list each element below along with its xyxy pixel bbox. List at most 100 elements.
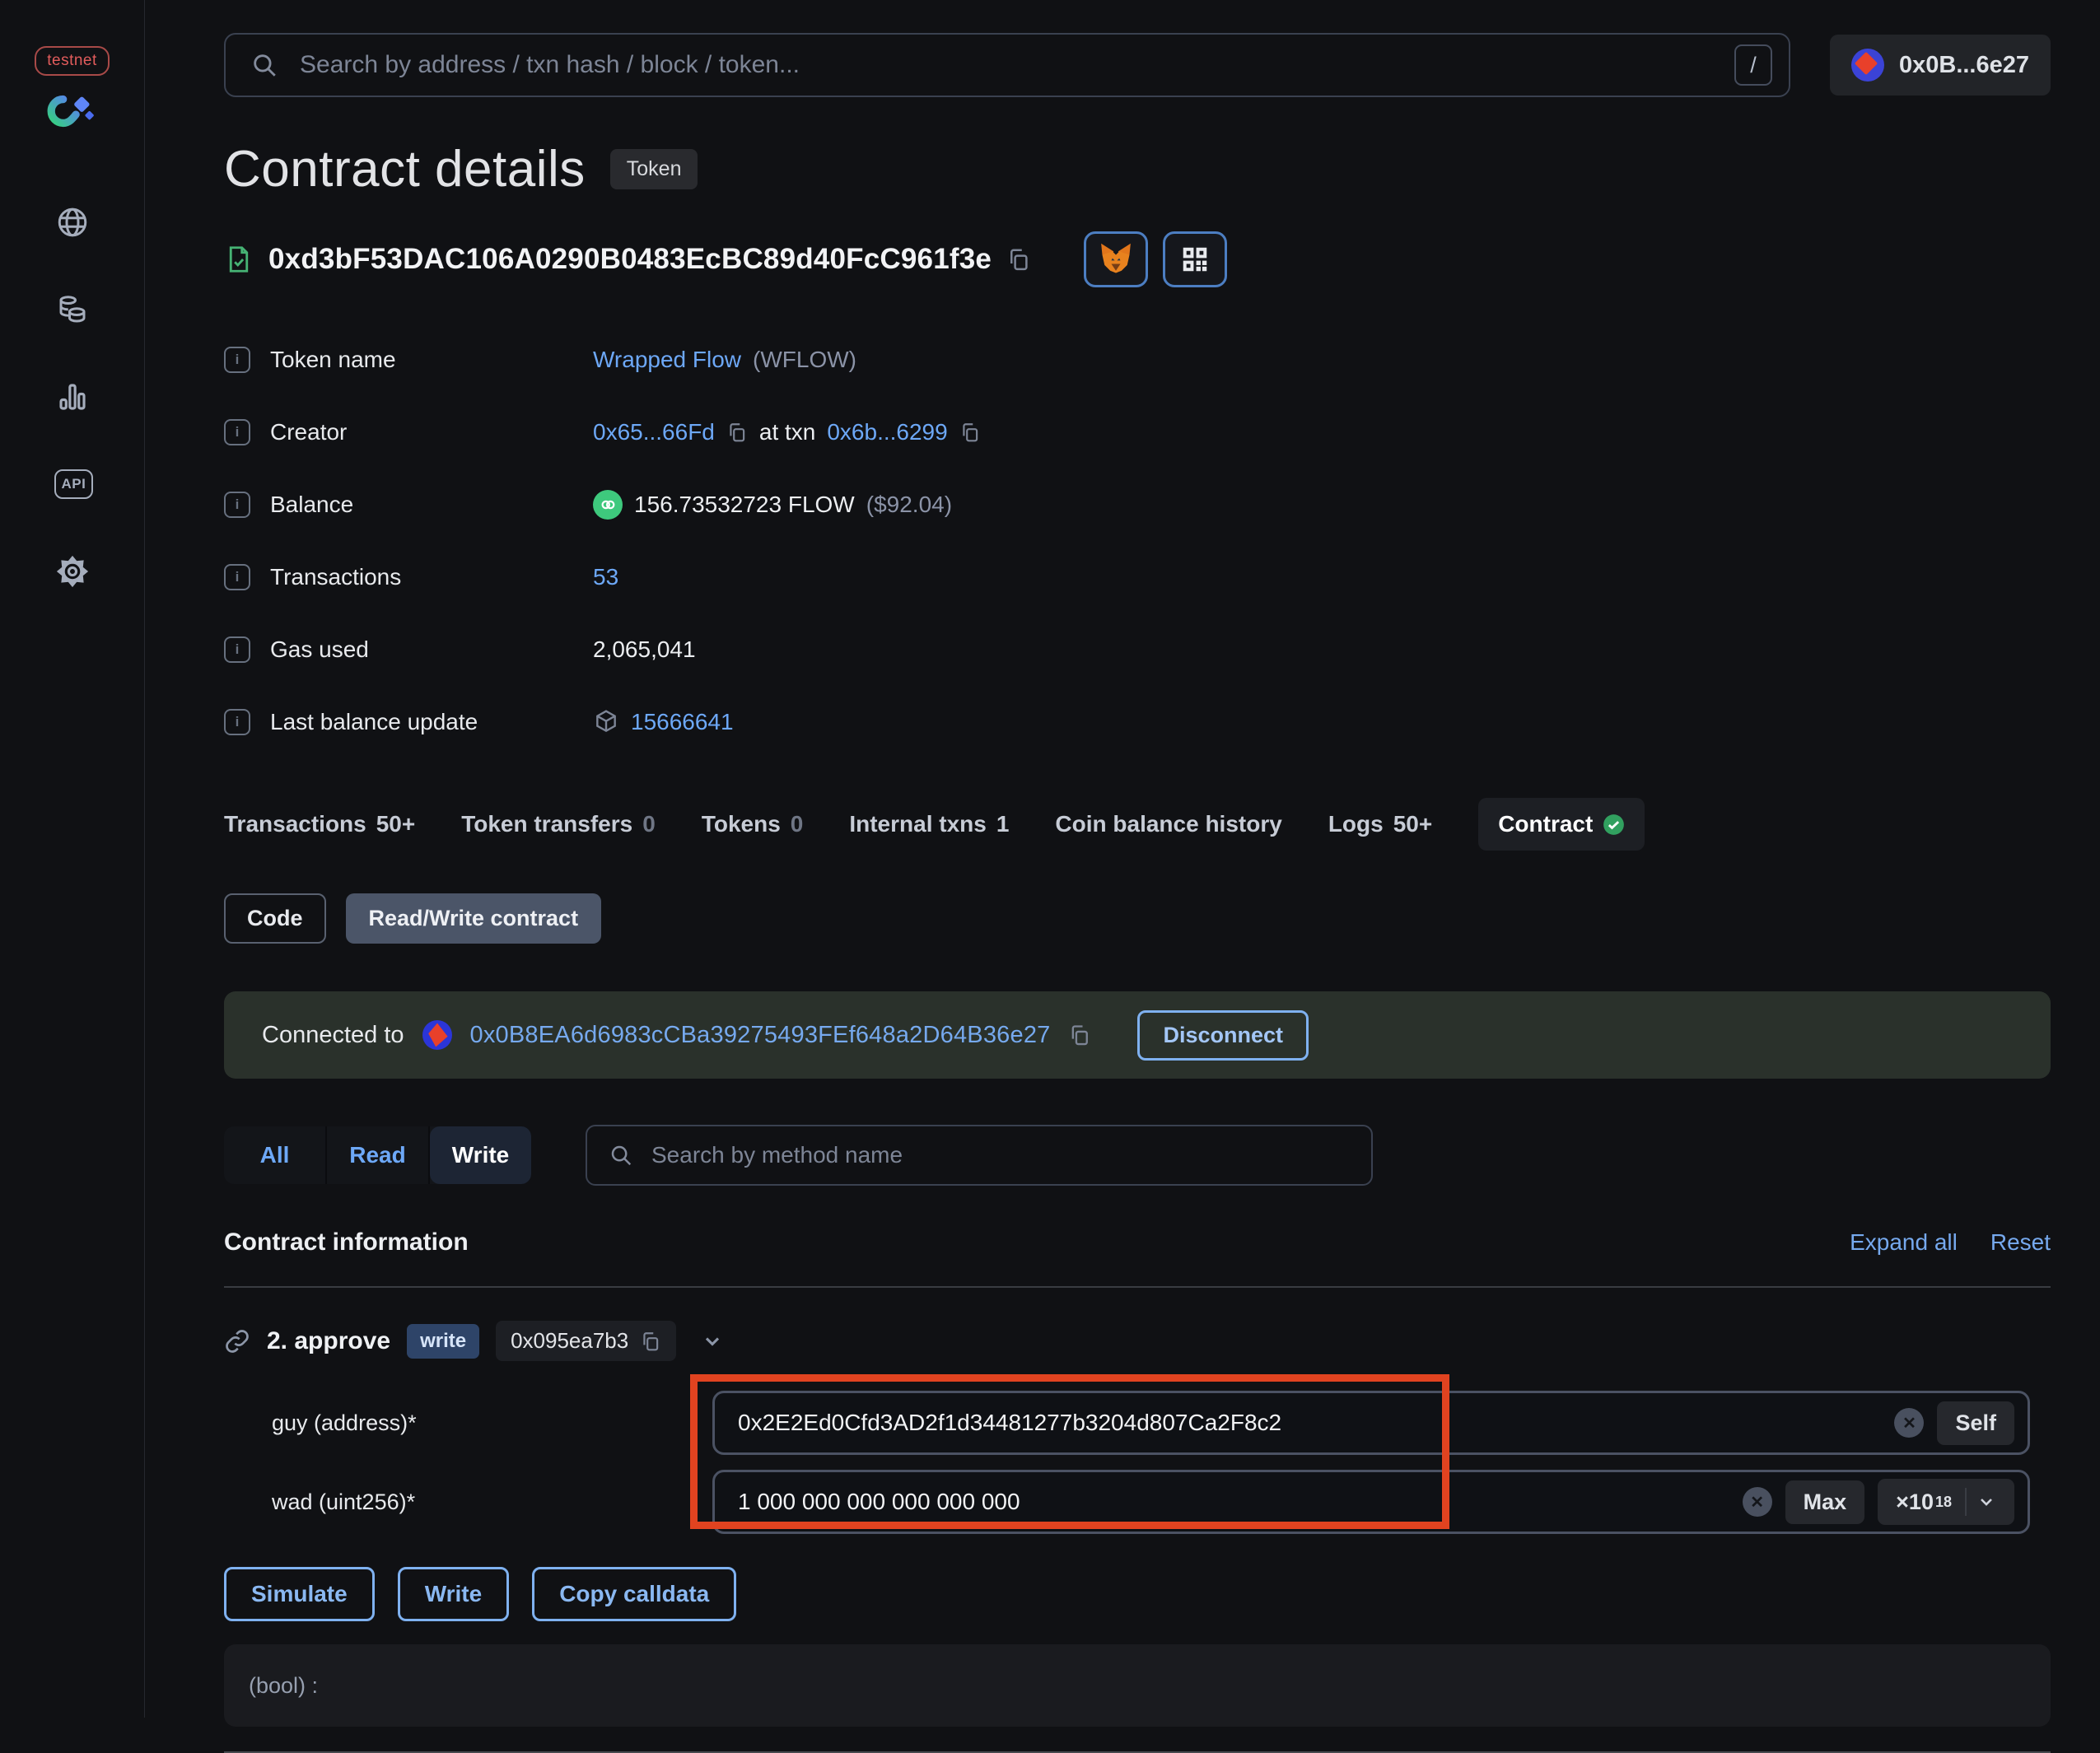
main-content: / 0x0B...6e27 Contract details Token 0xd… — [144, 0, 2100, 1753]
info-icon: i — [224, 709, 250, 735]
expand-all-link[interactable]: Expand all — [1850, 1229, 1958, 1256]
divider — [1965, 1488, 1967, 1516]
tab-count: 1 — [996, 811, 1010, 837]
method-search[interactable] — [586, 1125, 1373, 1186]
copy-txn-icon[interactable] — [959, 422, 981, 443]
gas-used-value: 2,065,041 — [593, 636, 696, 662]
info-icon: i — [224, 492, 250, 518]
info-icon: i — [224, 564, 250, 590]
wallet-button[interactable]: 0x0B...6e27 — [1829, 35, 2051, 96]
multiplier-exponent: 18 — [1934, 1493, 1952, 1510]
contract-subtabs: Code Read/Write contract — [224, 893, 2051, 944]
clear-input-icon[interactable]: ✕ — [1742, 1487, 1772, 1517]
clear-input-icon[interactable]: ✕ — [1894, 1408, 1925, 1438]
stats-icon[interactable] — [54, 379, 91, 415]
balance-usd: ($92.04) — [866, 492, 953, 517]
method-actions: Simulate Write Copy calldata — [224, 1567, 2051, 1621]
tab-token-transfers[interactable]: Token transfers 0 — [461, 811, 656, 837]
method-selector-badge: 0x095ea7b3 — [496, 1321, 677, 1361]
info-row-token-name: i Token name Wrapped Flow (WFLOW) — [224, 324, 2051, 396]
search-input[interactable] — [298, 50, 1715, 80]
tab-logs[interactable]: Logs 50+ — [1328, 811, 1432, 837]
section-title: Contract information — [224, 1228, 469, 1256]
tab-label: Coin balance history — [1055, 811, 1282, 837]
api-icon[interactable]: API — [54, 466, 94, 502]
filter-read[interactable]: Read — [327, 1126, 430, 1184]
reset-link[interactable]: Reset — [1990, 1229, 2051, 1256]
link-anchor-icon[interactable] — [224, 1328, 250, 1354]
method-search-input[interactable] — [650, 1141, 1350, 1169]
row-label: Transactions — [270, 564, 402, 590]
connected-address-link[interactable]: 0x0B8EA6d6983cCBa39275493FEf648a2D64B36e… — [470, 1022, 1051, 1049]
info-row-creator: i Creator 0x65...66Fd at txn 0x6b...6299 — [224, 396, 2051, 469]
filter-all[interactable]: All — [224, 1126, 327, 1184]
slash-shortcut-key: / — [1734, 44, 1772, 86]
token-type-badge: Token — [609, 149, 698, 189]
block-number-link[interactable]: 15666641 — [631, 709, 734, 735]
chevron-down-icon[interactable] — [701, 1330, 724, 1353]
creator-address-link[interactable]: 0x65...66Fd — [593, 419, 715, 445]
app-logo-icon[interactable] — [45, 94, 100, 128]
tab-tokens[interactable]: Tokens 0 — [702, 811, 804, 837]
section-head: Contract information Expand all Reset — [224, 1228, 2051, 1256]
globe-icon[interactable] — [54, 204, 91, 240]
page-title: Contract details — [224, 141, 586, 198]
info-icon: i — [224, 347, 250, 373]
tab-transactions[interactable]: Transactions 50+ — [224, 811, 415, 837]
copy-connected-address-icon[interactable] — [1068, 1023, 1091, 1047]
settings-gear-icon[interactable] — [54, 553, 91, 590]
tab-bar: Transactions 50+ Token transfers 0 Token… — [224, 798, 2051, 851]
copy-calldata-button[interactable]: Copy calldata — [532, 1567, 737, 1621]
tab-count: 50+ — [1393, 811, 1433, 837]
chevron-down-icon — [1976, 1492, 1996, 1512]
connected-prefix: Connected to — [262, 1021, 404, 1048]
code-tab-button[interactable]: Code — [224, 893, 326, 944]
flow-token-icon — [593, 490, 623, 520]
method-name[interactable]: 2. approve — [267, 1327, 390, 1355]
max-button[interactable]: Max — [1785, 1480, 1865, 1524]
global-search[interactable]: / — [224, 33, 1790, 97]
method-output-panel: (bool) : — [224, 1644, 2051, 1727]
tab-contract[interactable]: Contract — [1478, 798, 1645, 851]
tab-label: Transactions — [224, 811, 366, 837]
write-button[interactable]: Write — [397, 1567, 510, 1621]
verified-check-icon — [1603, 814, 1625, 836]
copy-creator-icon[interactable] — [726, 422, 748, 443]
token-name-link[interactable]: Wrapped Flow — [593, 347, 741, 373]
tokens-icon[interactable] — [54, 291, 91, 328]
disconnect-button[interactable]: Disconnect — [1137, 1009, 1309, 1061]
row-label: Gas used — [270, 636, 369, 662]
tab-coin-balance-history[interactable]: Coin balance history — [1055, 811, 1281, 837]
wad-uint256-input[interactable] — [736, 1488, 1729, 1516]
add-to-metamask-button[interactable] — [1084, 231, 1149, 287]
block-cube-icon — [593, 709, 619, 735]
copy-address-icon[interactable] — [1006, 247, 1031, 272]
field-label: guy (address)* — [272, 1410, 417, 1435]
token-symbol: (WFLOW) — [753, 347, 856, 372]
simulate-button[interactable]: Simulate — [224, 1567, 375, 1621]
self-button[interactable]: Self — [1937, 1401, 2014, 1445]
filter-write[interactable]: Write — [430, 1126, 531, 1184]
contract-info-list: i Token name Wrapped Flow (WFLOW) i Crea… — [224, 324, 2051, 758]
connected-banner: Connected to 0x0B8EA6d6983cCBa39275493FE… — [224, 991, 2051, 1079]
field-row-guy: guy (address)* ✕ Self — [224, 1391, 2051, 1455]
divider — [224, 1286, 2051, 1288]
network-badge: testnet — [35, 46, 110, 76]
copy-selector-icon[interactable] — [640, 1331, 661, 1352]
row-label: Last balance update — [270, 709, 478, 734]
read-write-contract-tab-button[interactable]: Read/Write contract — [345, 893, 602, 944]
tab-internal-txns[interactable]: Internal txns 1 — [849, 811, 1009, 837]
tab-count: 50+ — [376, 811, 416, 837]
transactions-count-link[interactable]: 53 — [593, 564, 618, 590]
info-row-last-balance-update: i Last balance update 15666641 — [224, 686, 2051, 758]
qr-code-button[interactable] — [1163, 231, 1228, 287]
method-selector: 0x095ea7b3 — [511, 1328, 629, 1353]
title-row: Contract details Token — [224, 140, 2051, 198]
tab-label: Internal txns — [849, 811, 987, 837]
guy-address-input[interactable] — [736, 1409, 1882, 1437]
creation-txn-link[interactable]: 0x6b...6299 — [827, 419, 947, 445]
wallet-avatar — [1850, 49, 1884, 82]
multiplier-dropdown[interactable]: ×10 18 — [1878, 1479, 2014, 1525]
row-label: Creator — [270, 419, 348, 445]
info-row-gas-used: i Gas used 2,065,041 — [224, 613, 2051, 686]
